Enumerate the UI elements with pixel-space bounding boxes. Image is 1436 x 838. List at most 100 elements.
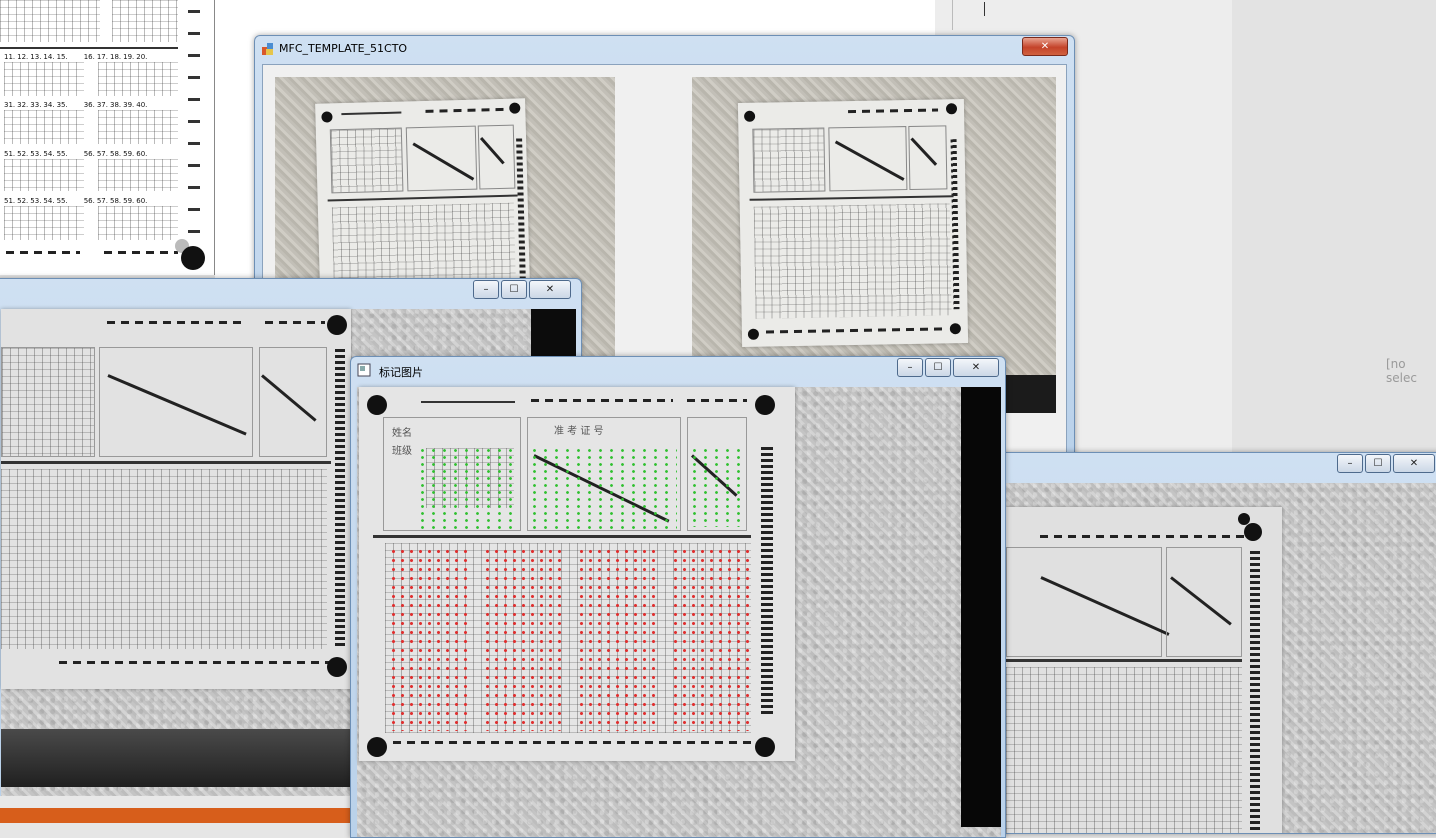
red-answer-marks-col-4: [671, 547, 751, 731]
sheet-rule: [341, 111, 402, 116]
template-row-3: 51. 52. 53. 54. 55. 56. 57. 58. 59. 60.: [4, 150, 148, 158]
window-icon: [357, 363, 371, 377]
no-selection-label: [no selec: [1386, 357, 1417, 385]
corner-dot: [327, 657, 347, 677]
template-grid-row-2: [4, 110, 84, 144]
right-window-titlebar[interactable]: – ☐ ✕: [997, 453, 1436, 479]
sheet-top-marks: [425, 107, 506, 113]
corner-dot: [949, 323, 961, 335]
answer-grid: [331, 202, 516, 288]
left-maximize-button[interactable]: ☐: [501, 280, 527, 299]
name-label: 姓名: [392, 428, 412, 439]
sheet-top-marks: [107, 321, 247, 324]
section-rule: [749, 195, 954, 201]
type-box: [477, 124, 516, 190]
main-window-title: MFC_TEMPLATE_51CTO: [279, 42, 408, 55]
template-grid-row-2b: [98, 110, 178, 144]
panel-divider: [952, 0, 953, 30]
mark-window-titlebar[interactable]: 标记图片 – ☐ ✕: [351, 357, 1005, 383]
corner-dot-top-left: [367, 395, 387, 415]
orange-strip: [0, 808, 352, 823]
exam-id-box: [828, 126, 908, 192]
mark-close-button[interactable]: ✕: [953, 358, 999, 377]
left-warped-sheet: [1, 309, 351, 689]
right-close-button[interactable]: ✕: [1393, 454, 1435, 473]
sheet-top-marks: [848, 108, 939, 114]
red-answer-marks-col-3: [577, 547, 657, 731]
exam-id-box: [99, 347, 253, 457]
sheet-top-marks: [1040, 535, 1246, 538]
image-dark-bottom: [1, 729, 361, 787]
mark-maximize-button[interactable]: ☐: [925, 358, 951, 377]
right-image-window[interactable]: – ☐ ✕: [996, 452, 1436, 834]
type-box: [1166, 547, 1242, 657]
mark-image-window[interactable]: 标记图片 – ☐ ✕ 姓名 班级 准 考 证 号: [350, 356, 1006, 838]
left-window-titlebar[interactable]: – ☐ ✕: [0, 279, 581, 305]
corner-marker: [1238, 513, 1250, 525]
sheet-top-marks: [531, 399, 673, 402]
corner-dot: [1244, 523, 1262, 541]
template-sheet: 11. 12. 13. 14. 15. 16. 17. 18. 19. 20. 31. 32. 33…: [0, 0, 215, 275]
right-image-view: [1006, 483, 1436, 833]
sheet-top-marks: [265, 321, 325, 324]
side-marks: [1250, 551, 1260, 831]
info-box: [329, 127, 404, 194]
exam-id-box: [405, 125, 478, 192]
template-row-2: 31. 32. 33. 34. 35. 36. 37. 38. 39. 40.: [4, 101, 148, 109]
corner-dot: [321, 111, 333, 123]
main-window-titlebar[interactable]: MFC_TEMPLATE_51CTO ✕: [255, 36, 1074, 62]
side-marks: [761, 447, 773, 717]
sheet-bottom-marks: [393, 741, 753, 744]
section-rule: [327, 194, 518, 202]
template-grid-top-right: [112, 0, 178, 42]
corner-dot-bottom-left: [367, 737, 387, 757]
corner-dot-top-right: [755, 395, 775, 415]
section-rule: [373, 535, 751, 538]
right-warped-sheet: [1006, 507, 1282, 833]
type-box: [259, 347, 327, 457]
green-detected-marks: [417, 447, 517, 533]
template-row-4: 51. 52. 53. 54. 55. 56. 57. 58. 59. 60.: [4, 197, 148, 205]
class-label: 班级: [392, 446, 412, 457]
exam-id-green-marks: [529, 447, 677, 529]
photo-sheet-right: [737, 99, 969, 347]
mark-window-title: 标记图片: [379, 366, 423, 379]
right-maximize-button[interactable]: ☐: [1365, 454, 1391, 473]
corner-dot: [744, 110, 756, 122]
mark-image-view: 姓名 班级 准 考 证 号: [357, 387, 1001, 837]
info-box: [752, 127, 826, 193]
template-timing-marks: [188, 0, 200, 240]
template-grid-row-4b: [98, 206, 178, 240]
type-green-marks: [689, 447, 745, 527]
corner-dot-bottom-right: [755, 737, 775, 757]
type-box: [908, 125, 948, 191]
exam-id-label: 准 考 证 号: [554, 426, 604, 437]
template-corner-dot: [181, 246, 205, 270]
mark-minimize-button[interactable]: –: [897, 358, 923, 377]
corner-dot: [747, 328, 760, 340]
template-grid-top: [0, 0, 100, 42]
section-rule: [1, 461, 331, 464]
sheet-rule: [421, 401, 515, 403]
right-minimize-button[interactable]: –: [1337, 454, 1363, 473]
corner-dot: [945, 103, 958, 115]
sheet-bottom-marks: [765, 327, 946, 334]
main-close-button[interactable]: ✕: [1022, 37, 1068, 56]
template-divider: [0, 47, 178, 49]
template-grid-row-3b: [98, 159, 178, 191]
template-bottom-marks: [6, 251, 80, 254]
side-marks: [950, 139, 960, 310]
mfc-app-icon: [262, 43, 273, 55]
left-minimize-button[interactable]: –: [473, 280, 499, 299]
template-row-1: 11. 12. 13. 14. 15. 16. 17. 18. 19. 20.: [4, 53, 148, 61]
template-bottom-marks-right: [104, 251, 178, 254]
left-close-button[interactable]: ✕: [529, 280, 571, 299]
text-caret: [984, 2, 985, 16]
info-box: [1, 347, 95, 457]
sheet-top-marks: [687, 399, 747, 402]
marked-sheet: 姓名 班级 准 考 证 号: [359, 387, 795, 761]
side-marks: [335, 349, 345, 649]
corner-dot: [509, 102, 521, 114]
corner-dot: [327, 315, 347, 335]
gray-strip: [0, 796, 352, 808]
